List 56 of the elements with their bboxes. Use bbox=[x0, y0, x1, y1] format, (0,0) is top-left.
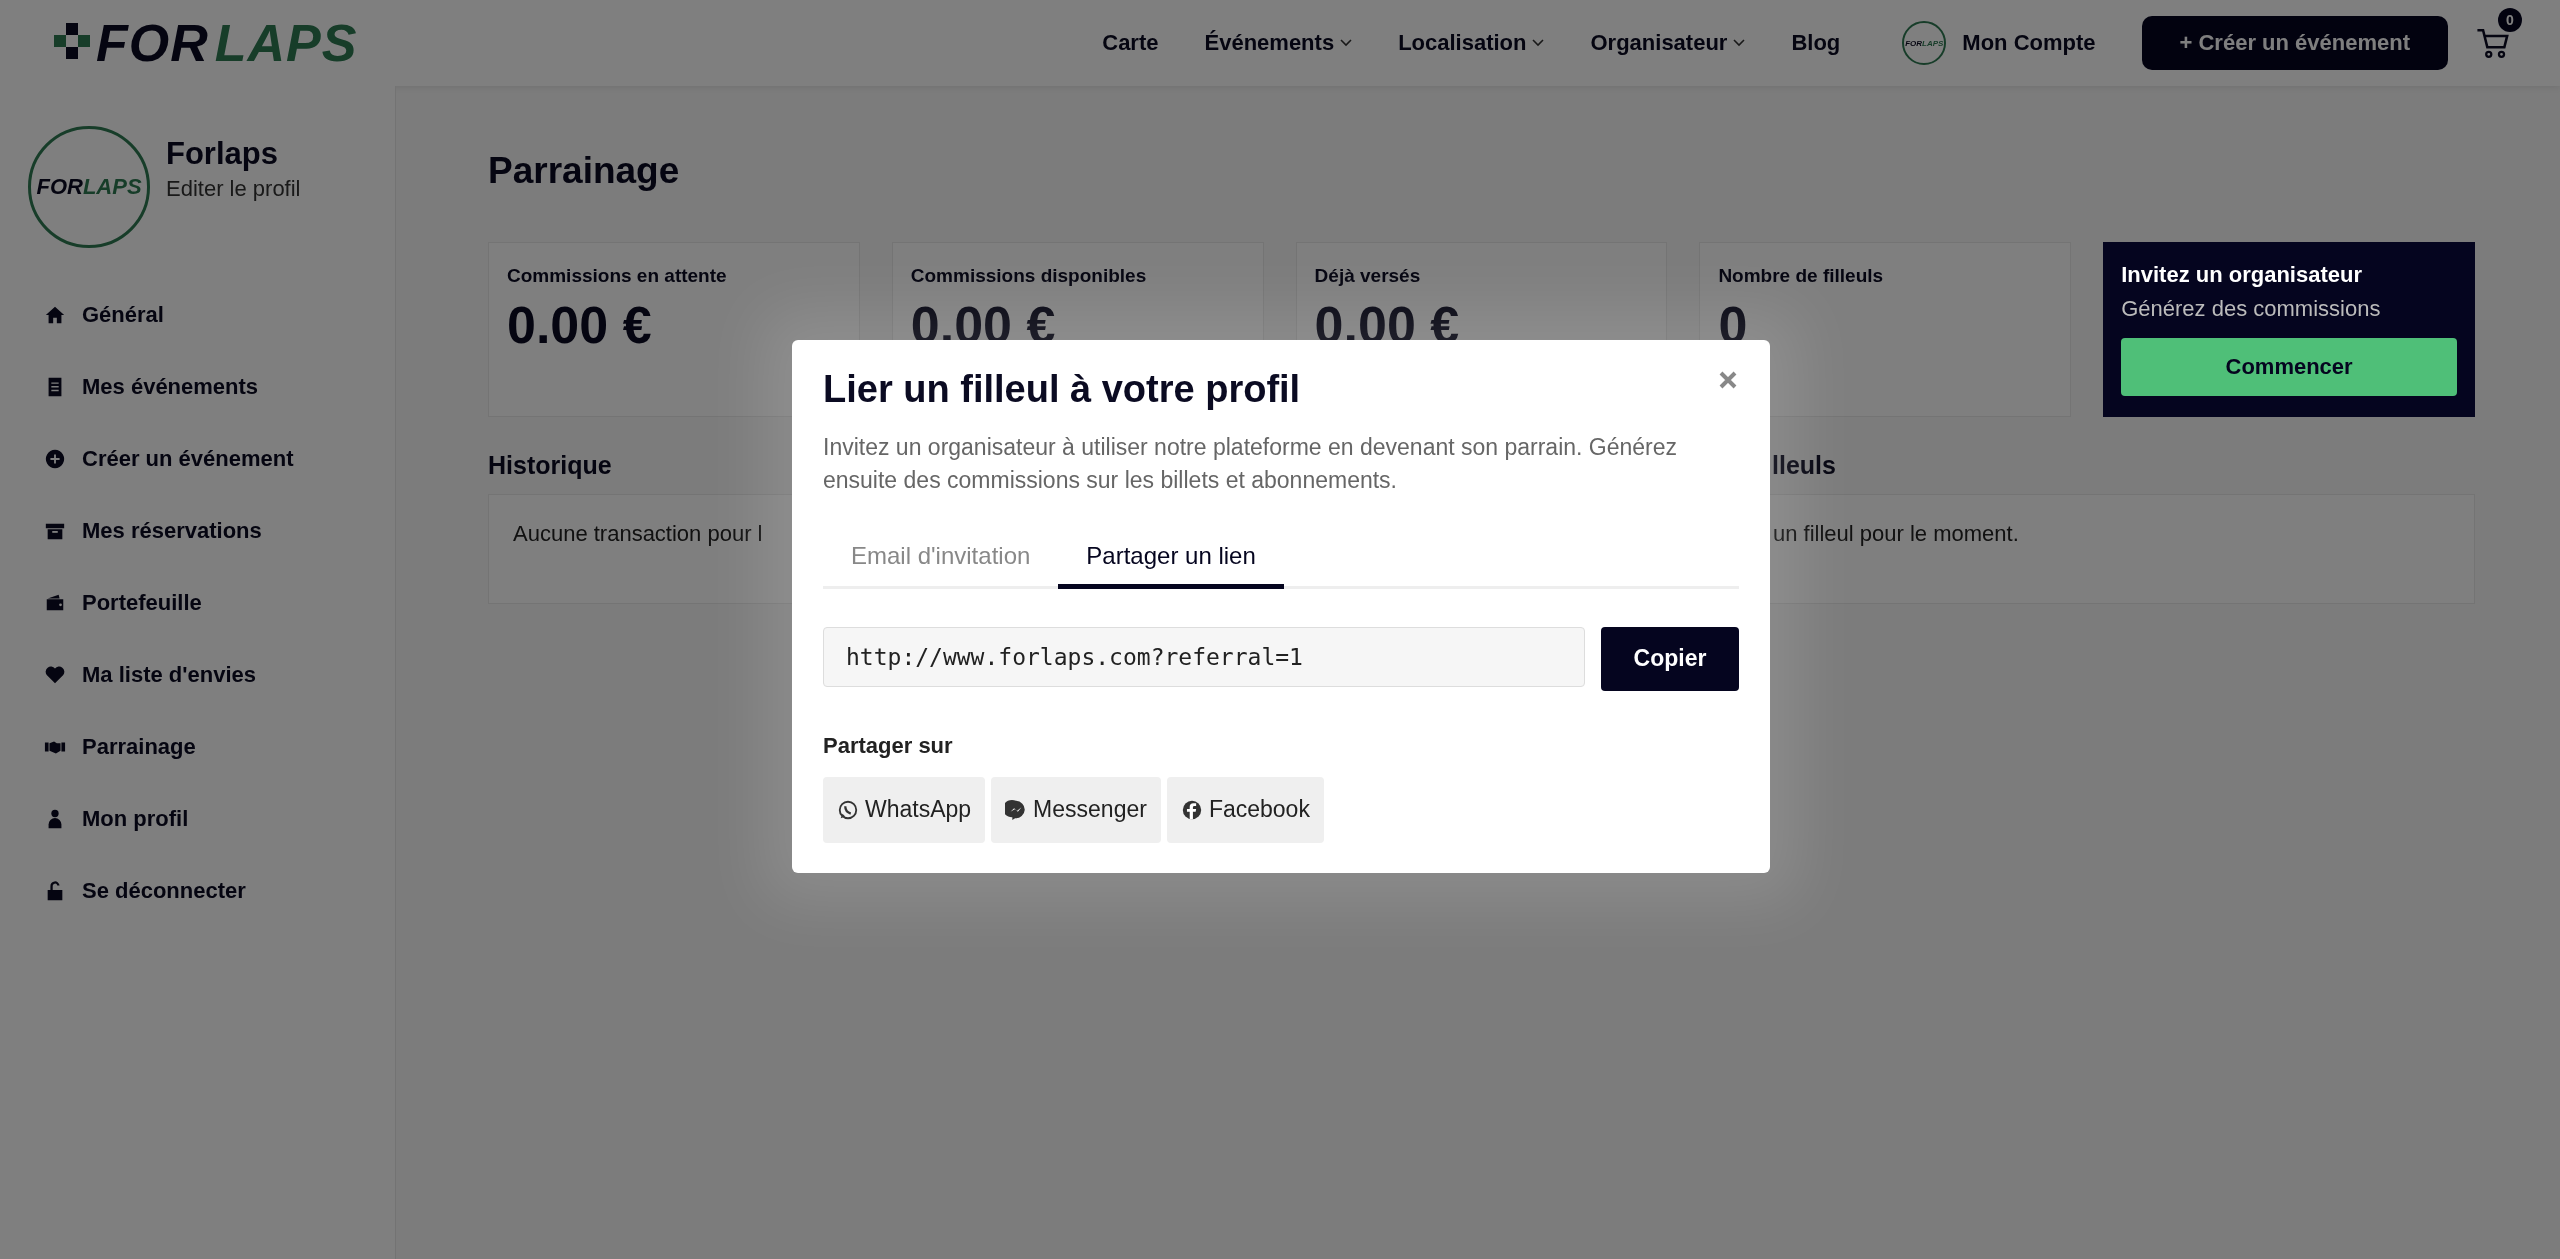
modal-description: Invitez un organisateur à utiliser notre plateforme en devenant son parrain. Générez ensuite des commissions sur les billets et abonnements. bbox=[823, 433, 1679, 496]
cart-icon[interactable] bbox=[2476, 26, 2510, 60]
nav-link[interactable]: Blog bbox=[1791, 30, 1841, 56]
caret-icon bbox=[1340, 39, 1353, 47]
sidebar-item[interactable]: Créer un événement bbox=[44, 446, 395, 472]
page-title: Parrainage bbox=[488, 150, 681, 192]
empty-message: un filleul pour le moment. bbox=[1773, 521, 2019, 546]
invite-subtitle: Générez des commissions bbox=[2121, 296, 2382, 322]
copy-button[interactable]: Copier bbox=[1601, 626, 1739, 691]
logo[interactable]: FORLAPS bbox=[50, 13, 358, 73]
sidebar-item[interactable]: Mes événements bbox=[44, 374, 395, 400]
share-label: Partager sur bbox=[823, 732, 954, 759]
home-icon bbox=[44, 304, 66, 326]
tab[interactable]: Email d'invitation bbox=[823, 527, 1059, 589]
edit-profile-link[interactable]: Editer le profil bbox=[166, 176, 301, 202]
nav-link[interactable]: Carte bbox=[1102, 30, 1159, 56]
tab[interactable]: Partager un lien bbox=[1058, 527, 1284, 589]
plus-icon bbox=[44, 448, 66, 470]
section-title: lleuls bbox=[1771, 451, 1836, 480]
cart-count-badge: 0 bbox=[2498, 8, 2522, 32]
section-title: Historique bbox=[488, 451, 612, 480]
sidebar-item[interactable]: Portefeuille bbox=[44, 590, 395, 616]
modal-title: Lier un filleul à votre profil bbox=[823, 368, 1301, 411]
messenger-icon bbox=[1005, 798, 1028, 821]
sidebar-item[interactable]: Mon profil bbox=[44, 806, 395, 832]
caret-icon bbox=[1733, 39, 1746, 47]
share-button[interactable]: Facebook bbox=[1166, 776, 1324, 843]
start-button[interactable]: Commencer bbox=[2121, 338, 2457, 396]
heart-icon bbox=[44, 664, 66, 686]
stat-label: Commissions disponibles bbox=[910, 265, 1148, 287]
stat-value: 0.00 € bbox=[507, 295, 653, 355]
stat-label: Commissions en attente bbox=[507, 265, 728, 287]
profile-avatar: FORLAPS bbox=[28, 126, 150, 248]
caret-icon bbox=[1532, 39, 1545, 47]
sidebar-item[interactable]: Ma liste d'envies bbox=[44, 662, 395, 688]
account-avatar: FORLAPS bbox=[1902, 21, 1947, 65]
whatsapp-icon bbox=[837, 798, 859, 821]
share-button[interactable]: Messenger bbox=[991, 776, 1161, 843]
stat-label: Déjà versés bbox=[1314, 265, 1422, 287]
empty-message: Aucune transaction pour l bbox=[513, 521, 763, 546]
sidebar-item[interactable]: Mes réservations bbox=[44, 518, 395, 544]
sidebar-item[interactable]: Se déconnecter bbox=[44, 878, 395, 904]
invite-title: Invitez un organisateur bbox=[2121, 262, 2363, 288]
sidebar-item[interactable]: Parrainage bbox=[44, 734, 395, 760]
nav-link[interactable]: Localisation bbox=[1398, 30, 1545, 56]
sidebar-item[interactable]: Général bbox=[44, 302, 395, 328]
create-event-button[interactable]: + Créer un événement bbox=[2141, 16, 2448, 70]
link-field[interactable]: http://www.forlaps.com?referral=1 bbox=[823, 626, 1585, 687]
share-button[interactable]: WhatsApp bbox=[823, 776, 986, 843]
profile-name: Forlaps bbox=[166, 136, 279, 172]
facebook-icon bbox=[1180, 798, 1203, 821]
account-link[interactable]: Mon Compte bbox=[1962, 30, 2096, 56]
nav-link[interactable]: Organisateur bbox=[1590, 30, 1746, 56]
nav-link[interactable]: Événements bbox=[1204, 30, 1353, 56]
stat-label: Nombre de filleuls bbox=[1718, 265, 1885, 287]
close-icon[interactable] bbox=[1718, 370, 1738, 390]
